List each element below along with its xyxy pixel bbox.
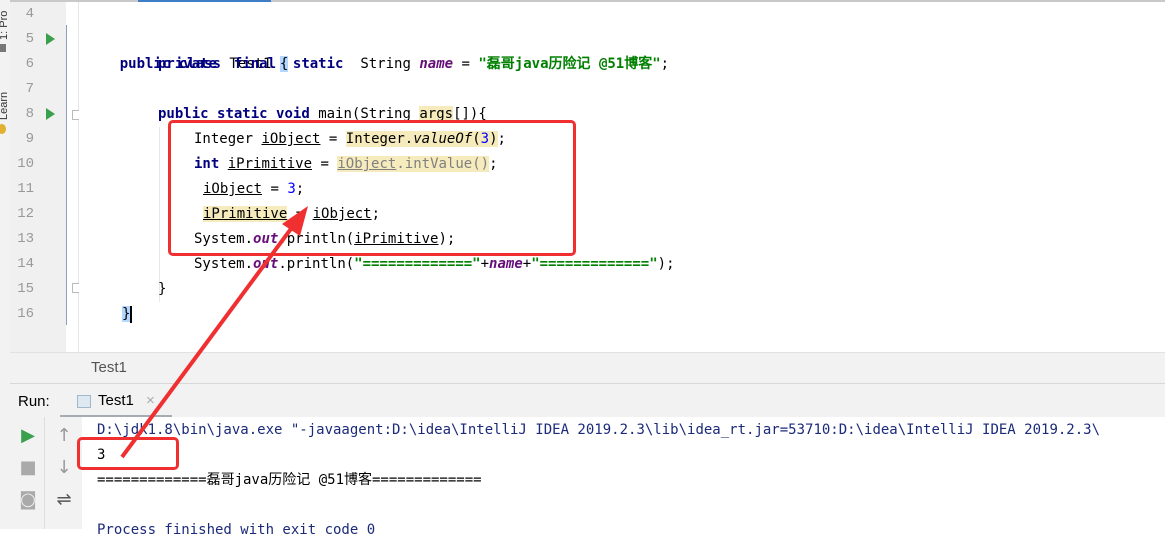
console-line: Process finished with exit code 0 (97, 522, 376, 538)
run-class-icon[interactable] (46, 33, 55, 45)
code-line-6: private final static String name = "磊哥ja… (158, 56, 670, 72)
run-tab-test1[interactable]: Test1 × (60, 384, 180, 418)
annotation-box-output (77, 437, 179, 470)
soft-wrap-icon[interactable]: ⇌ (52, 489, 76, 510)
code-line-5: public class Test1 { (119, 56, 289, 72)
code-line-15: } (158, 281, 167, 297)
learn-icon[interactable] (0, 124, 6, 134)
line-number: 6 (25, 56, 34, 72)
scroll-up-icon[interactable]: ↑ (52, 425, 76, 446)
line-number: 7 (25, 81, 34, 97)
line-number: 10 (17, 156, 34, 172)
rerun-icon[interactable]: ▶ (16, 425, 40, 446)
console-icon (77, 395, 91, 408)
line-number: 13 (17, 231, 34, 247)
close-tab-icon[interactable]: × (146, 392, 155, 409)
line-number: 4 (25, 6, 34, 22)
console-line: =============磊哥java历险记 @51博客============… (97, 472, 482, 488)
line-number: 8 (25, 106, 34, 122)
structure-icon[interactable] (0, 44, 6, 52)
breadcrumb-class[interactable]: Test1 (91, 359, 127, 376)
learn-tool-label[interactable]: Learn (0, 92, 10, 120)
text-caret (130, 305, 133, 323)
line-number: 11 (17, 181, 34, 197)
line-number: 9 (25, 131, 34, 147)
screenshot-icon[interactable]: ◙ (16, 489, 40, 510)
console-output[interactable]: D:\jdk1.8\bin\java.exe "-javaagent:D:\id… (82, 417, 1165, 538)
annotation-box-code (168, 120, 576, 256)
breadcrumb[interactable]: Test1 (10, 352, 1165, 383)
run-toolbar: ▶ ■ ◙ ↑ ↓ ⇌ (10, 417, 82, 529)
line-number: 15 (17, 281, 34, 297)
line-number: 14 (17, 256, 34, 272)
fold-gutter (66, 2, 79, 352)
line-number: 12 (17, 206, 34, 222)
project-tool-label[interactable]: 1: Pro (0, 11, 10, 40)
stop-icon[interactable]: ■ (16, 457, 40, 478)
line-number: 5 (25, 31, 34, 47)
code-line-16: } (122, 305, 133, 323)
run-main-icon[interactable] (46, 108, 55, 120)
run-tab-label: Test1 (98, 392, 134, 409)
scroll-down-icon[interactable]: ↓ (52, 457, 76, 478)
run-label: Run: (18, 393, 50, 410)
run-tool-window-header: Run: Test1 × (10, 383, 1165, 418)
line-number: 16 (17, 306, 34, 322)
console-line: D:\jdk1.8\bin\java.exe "-javaagent:D:\id… (97, 422, 1101, 438)
gutter-scope-line (66, 25, 67, 325)
